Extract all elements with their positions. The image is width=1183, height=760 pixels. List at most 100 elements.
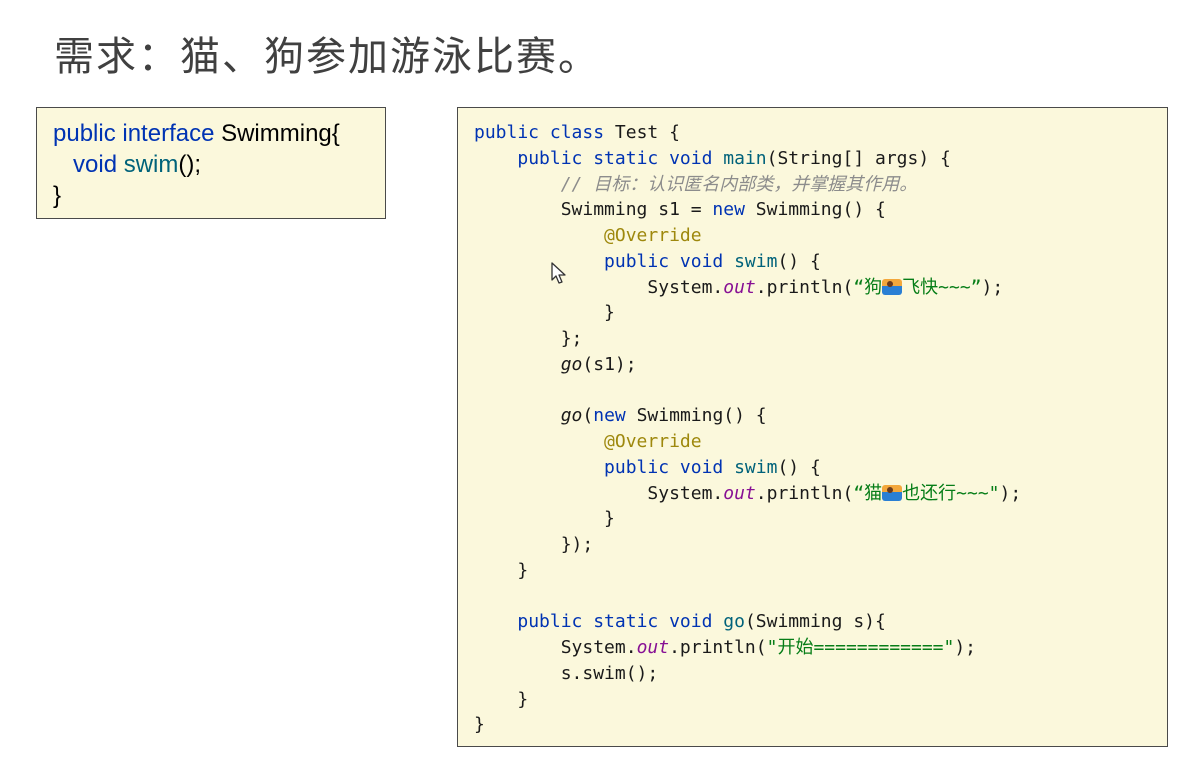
method-name: go [723,611,745,633]
code-text: (String[] args) { [766,147,951,169]
person-swimming-emoji-icon [882,278,903,295]
static-field: out [636,637,670,658]
code-text: () { [777,250,821,272]
code-text: } [604,508,615,530]
code-line: System.out.println(“猫 也还行~~~"); [474,481,1021,507]
code-line: go(s1); [474,352,1021,378]
code-line: }; [474,326,1021,352]
string-literal: "开始============" [766,637,955,658]
void-keyword: void [73,151,124,178]
keyword: new [593,405,637,427]
code-text: Swimming s1 = [560,199,713,221]
static-field: out [723,482,756,504]
code-text: System. [560,637,637,658]
code-line: System.out.println("开始============"); [474,635,1021,661]
interface-keyword: public interface [53,120,222,147]
code-line: @Override [474,223,1021,249]
keyword: public static void [517,147,724,169]
code-text: ); [954,637,977,658]
code-text: } [474,714,485,736]
string-literal: “狗 [853,276,883,298]
code-text: }); [560,534,594,555]
code-text: (s1); [582,353,637,375]
code-text: } [517,688,529,710]
code-text: System. [647,276,724,298]
code-line: public static void main(String[] args) { [474,146,1021,172]
code-line: @Override [474,429,1021,455]
code-line: } [474,300,1021,326]
keyword: public void [604,456,735,478]
test-code-box: public class Test { public static void m… [457,107,1168,747]
method-name: main [723,147,767,169]
code-line: } [474,687,1021,713]
code-line: // 目标：认识匿名内部类，并掌握其作用。 [474,172,1021,198]
code-text: } [604,302,615,324]
code-line: }); [474,532,1021,558]
code-line: public void swim() { [474,455,1021,481]
code-line: } [474,506,1021,532]
string-literal: 也还行~~~" [902,482,1000,504]
code-text: .println( [669,637,767,658]
code-text: .println( [755,276,854,298]
code-text: (Swimming s){ [744,611,886,633]
interface-code: public interface Swimming{ void swim();} [53,118,340,211]
code-text: Swimming() { [755,199,886,221]
code-line: } [474,712,1021,738]
keyword: public void [604,250,735,272]
code-text: Test { [614,122,680,143]
page-title: 需求：猫、狗参加游泳比赛。 [54,34,600,80]
test-class-code: public class Test { public static void m… [474,120,1021,738]
static-method-call: go [560,353,583,375]
method-parens: (); [178,151,202,178]
keyword: new [712,199,756,221]
code-text: ); [981,276,1004,298]
interface-code-box: public interface Swimming{ void swim();} [36,107,386,219]
keyword: public class [474,122,615,143]
method-name: swim [123,151,179,178]
code-line: s.swim(); [474,661,1021,687]
string-literal: “猫 [853,482,883,504]
annotation: @Override [604,431,702,452]
closing-brace: } [53,182,62,209]
method-name: swim [734,250,778,272]
code-line: } [474,558,1021,584]
code-text: () { [777,456,821,478]
code-line: Swimming s1 = new Swimming() { [474,197,1021,223]
code-line: public static void go(Swimming s){ [474,609,1021,635]
code-line: public class Test { [474,120,1021,146]
code-line: go(new Swimming() { [474,403,1021,429]
code-text: Swimming() { [636,405,767,427]
string-literal: 飞快~~~” [902,276,982,298]
interface-name: Swimming{ [221,120,340,147]
code-text: }; [560,328,583,349]
code-text: } [517,559,529,581]
annotation: @Override [604,225,702,246]
code-text: s.swim(); [560,662,659,684]
keyword: public static void [517,611,724,633]
code-comment: // 目标：认识匿名内部类，并掌握其作用。 [560,173,918,195]
static-method-call: go [560,405,583,427]
code-text: .println( [755,482,854,504]
static-field: out [723,276,756,298]
